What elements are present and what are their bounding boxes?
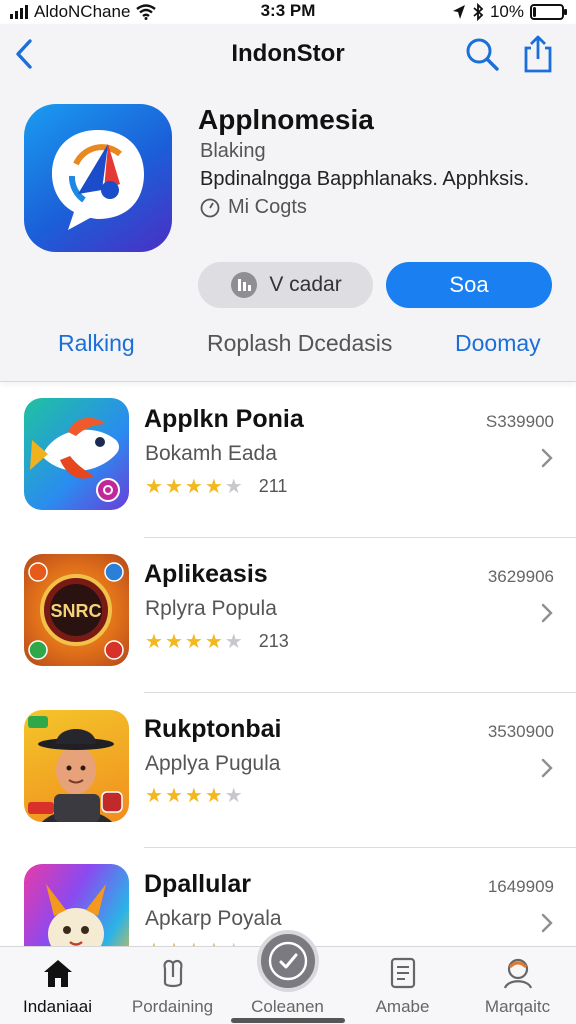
app-description: Bpdinalngga Bapphlanaks. Apphksis. [200,168,530,190]
status-right: 10% [452,0,567,24]
row-size: 3629906 [487,567,554,586]
tabbar-item-pordaining[interactable]: Pordaining [115,947,230,1024]
app-name: Applnomesia [198,104,374,135]
row-subtitle: Rplyra Popula [145,597,277,620]
list-item[interactable]: Rukptonbai Applya Pugula ★ ★ ★ ★ ★ 35309… [0,693,576,848]
row-rating: ★ ★ ★ ★ ★ 213 [145,631,289,652]
rating-count: 213 [258,631,289,651]
star-icon: ★ [204,785,223,807]
checkmark-icon [268,941,308,981]
row-title: Applkn Ponia [144,405,304,433]
list-item[interactable]: Applkn Ponia Bokamh Eada ★ ★ ★ ★ ★ 211 S… [0,383,576,538]
chevron-right-icon [541,758,553,778]
profile-icon [503,958,532,989]
list-item[interactable]: SNRC Aplikeasis Rplyra Popula ★ ★ ★ ★ ★ … [0,538,576,693]
game-app-icon: SNRC [24,554,129,666]
battery-icon [530,4,567,20]
row-title: Rukptonbai [144,715,282,743]
star-icon: ★ [184,785,203,807]
star-icon: ★ [145,475,163,498]
app-header-panel: IndonStor Applnomesia Blaking Bpdinalngg… [0,24,576,382]
row-subtitle: Apkarp Poyala [145,907,282,930]
primary-action-button[interactable]: Soa [386,262,552,308]
secondary-action-button[interactable]: V cadar [198,262,373,308]
row-title: Aplikeasis [144,560,268,588]
tab-ralking[interactable]: Ralking [58,330,135,357]
document-icon [390,957,415,989]
star-icon: ★ [145,785,163,807]
battery-percent: 10% [489,2,524,21]
tab-roplash[interactable]: Roplash Dcedasis [207,330,392,357]
star-icon: ★ [164,475,183,498]
apps-icon [163,959,182,988]
star-icon: ★ [145,630,163,653]
row-rating: ★ ★ ★ ★ ★ 211 [145,476,287,497]
share-icon[interactable] [520,34,556,74]
chevron-right-icon [541,603,553,623]
home-icon [43,960,72,987]
row-subtitle: Bokamh Eada [145,442,277,465]
star-icon: ★ [204,475,223,498]
star-icon: ★ [164,630,183,653]
row-size: S339900 [485,412,554,431]
star-icon: ★ [184,475,203,498]
row-rating: ★ ★ ★ ★ ★ [145,786,243,806]
info-icon [231,272,258,298]
secondary-action-label: V cadar [269,273,342,296]
star-icon: ★ [184,630,203,653]
row-title: Dpallular [144,870,251,898]
chevron-right-icon [541,913,553,933]
row-size: 1649909 [487,877,554,896]
star-icon: ★ [204,630,223,653]
game-badge-text: SNRC [50,601,101,621]
segment-tabs: Ralking Roplash Dcedasis Doomay [0,330,576,370]
battery-fill [533,7,536,17]
status-bar: AldoNChane 3:3 PM 10% [0,0,576,24]
tabbar-label: Indaniaai [22,997,92,1016]
tabbar-item-amabe[interactable]: Amabe [345,947,460,1024]
row-subtitle: Applya Pugula [145,752,281,775]
tabbar-label: Pordaining [131,997,214,1016]
home-indicator[interactable] [231,1018,345,1023]
location-icon [452,5,465,19]
tab-doomay[interactable]: Doomay [455,330,541,357]
row-size: 3530900 [487,722,554,741]
star-empty-icon: ★ [224,630,243,653]
clock-icon [200,198,220,217]
fish-app-icon [24,398,129,510]
star-icon: ★ [164,785,183,807]
nav-bar: IndonStor [0,24,576,84]
app-rating-row: Mi Cogts [200,196,307,219]
tabbar-label: Amabe [375,997,430,1016]
character-app-icon [24,710,129,822]
app-logo-icon [52,130,144,230]
star-empty-icon: ★ [224,475,243,498]
search-icon[interactable] [464,36,500,72]
tabbar-label: Marqaitc [484,997,551,1016]
star-empty-icon: ★ [224,785,243,807]
tabbar-item-home[interactable]: Indaniaai [0,947,115,1024]
chevron-right-icon [541,448,553,468]
tabbar-label: Coleanen [251,997,324,1016]
center-action-button[interactable] [257,930,319,992]
bluetooth-icon [473,3,484,21]
app-icon [24,104,172,252]
app-category: Blaking [200,140,266,162]
tabbar-item-marqaitc[interactable]: Marqaitc [460,947,575,1024]
app-rating-text: Mi Cogts [228,196,307,218]
rating-count: 211 [258,476,288,496]
